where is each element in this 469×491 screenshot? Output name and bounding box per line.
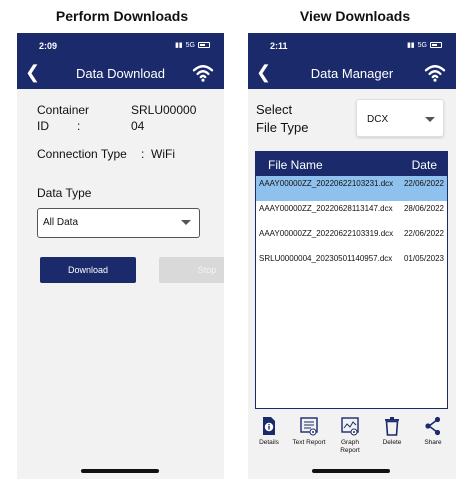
file-date-cell: 22/06/2022 — [403, 179, 445, 188]
download-button[interactable]: Download — [40, 257, 136, 283]
text-report-label: Text Report — [292, 439, 326, 446]
app-header: 2:09 ▮▮ 5G ❮ Data Download — [17, 33, 224, 89]
table-row[interactable]: SRLU0000004_20230501140957.dcx 01/05/202… — [256, 251, 447, 276]
data-type-label: Data Type — [37, 186, 92, 200]
home-indicator[interactable] — [312, 469, 390, 473]
signal-icon: ▮▮ — [174, 42, 183, 49]
connection-type-colon: : — [141, 147, 145, 161]
wifi-icon — [192, 65, 214, 82]
container-id-value: SRLU00000 — [131, 103, 197, 117]
details-icon — [263, 417, 275, 435]
caption-perform-downloads: Perform Downloads — [55, 8, 189, 24]
text-report-icon — [300, 417, 318, 436]
home-indicator[interactable] — [81, 469, 159, 473]
delete-button[interactable]: Delete — [371, 416, 413, 447]
table-row[interactable]: AAAY00000ZZ_20220628113147.dcx 28/06/202… — [256, 201, 447, 226]
file-name-cell: SRLU0000004_20230501140957.dcx — [259, 254, 393, 263]
battery-icon — [430, 42, 442, 48]
graph-report-label-2: Report — [340, 447, 360, 454]
wifi-icon — [424, 65, 446, 82]
file-list-header: File Name Date — [256, 152, 447, 176]
battery-icon — [198, 42, 210, 48]
phone-data-download: 2:09 ▮▮ 5G ❮ Data Download Container ID … — [17, 33, 224, 479]
file-name-cell: AAAY00000ZZ_20220622103319.dcx — [259, 229, 394, 238]
container-id-value-2: 04 — [131, 119, 145, 133]
file-date-cell: 28/06/2022 — [403, 204, 445, 213]
table-row[interactable]: AAAY00000ZZ_20220622103231.dcx 22/06/202… — [256, 176, 447, 201]
file-type-value: DCX — [367, 114, 389, 125]
connection-type-label: Connection Type — [37, 147, 127, 161]
file-date-cell: 01/05/2023 — [403, 254, 445, 263]
details-label: Details — [259, 439, 279, 446]
file-type-label-2: File Type — [256, 120, 309, 135]
details-button[interactable]: Details — [248, 416, 290, 447]
container-id-colon: : — [77, 119, 81, 133]
network-label: 5G — [417, 41, 427, 49]
text-report-button[interactable]: Text Report — [288, 416, 330, 447]
table-row[interactable]: AAAY00000ZZ_20220622103319.dcx 22/06/202… — [256, 226, 447, 251]
signal-icon: ▮▮ — [406, 42, 415, 49]
status-time: 2:11 — [270, 41, 288, 51]
file-name-cell: AAAY00000ZZ_20220628113147.dcx — [259, 204, 393, 213]
stop-button[interactable]: Stop — [159, 257, 224, 283]
connection-type-value: WiFi — [151, 147, 175, 161]
file-name-cell: AAAY00000ZZ_20220622103231.dcx — [259, 179, 394, 188]
delete-label: Delete — [382, 439, 402, 446]
bottom-toolbar: Details Text Report Graph Report Delete … — [248, 416, 456, 466]
file-list: File Name Date AAAY00000ZZ_2022062210323… — [255, 151, 448, 409]
share-icon — [425, 416, 441, 436]
chevron-down-icon — [181, 220, 191, 225]
container-id-label-2: ID — [37, 119, 49, 133]
app-header: 2:11 ▮▮ 5G ❮ Data Manager — [248, 33, 456, 89]
status-time: 2:09 — [39, 41, 58, 51]
graph-report-icon — [341, 417, 359, 436]
phone-data-manager: 2:11 ▮▮ 5G ❮ Data Manager Select File Ty… — [248, 33, 456, 479]
container-id-label: Container — [37, 103, 90, 117]
graph-report-button[interactable]: Graph Report — [329, 416, 371, 455]
trash-icon — [385, 417, 399, 436]
status-icons: ▮▮ 5G — [175, 41, 210, 49]
file-type-label: Select — [256, 102, 293, 117]
file-type-select[interactable]: DCX — [356, 99, 444, 137]
data-type-value: All Data — [43, 217, 79, 228]
chevron-down-icon — [425, 117, 435, 122]
graph-report-label: Graph — [340, 439, 360, 446]
column-header-date: Date — [411, 158, 437, 172]
share-button[interactable]: Share — [412, 416, 454, 447]
network-label: 5G — [185, 41, 195, 49]
status-icons: ▮▮ 5G — [407, 41, 442, 49]
file-date-cell: 22/06/2022 — [403, 229, 445, 238]
column-header-file-name: File Name — [268, 158, 323, 172]
share-label: Share — [424, 439, 442, 446]
data-type-select[interactable]: All Data — [37, 208, 200, 238]
caption-view-downloads: View Downloads — [299, 8, 411, 24]
